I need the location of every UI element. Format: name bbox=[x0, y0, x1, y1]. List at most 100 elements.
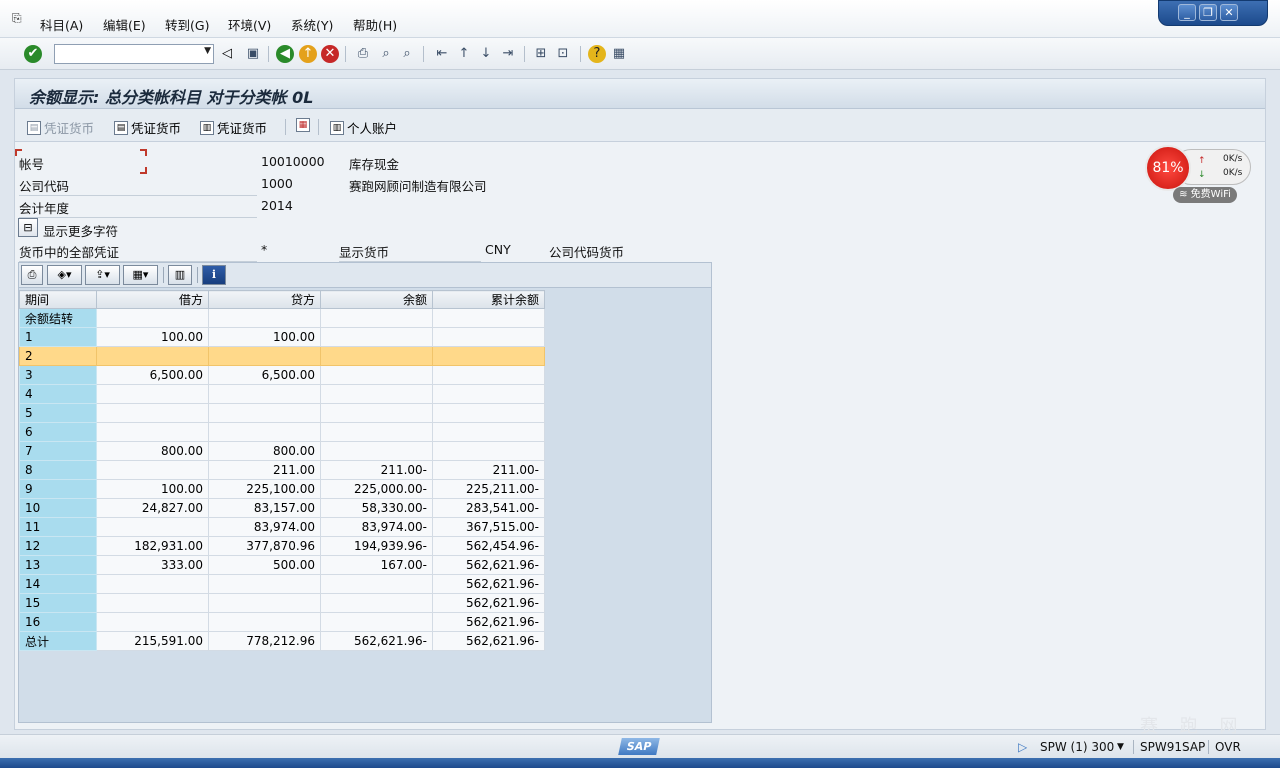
table-row[interactable]: 11 83,974.00 83,974.00- 367,515.00- bbox=[19, 517, 545, 537]
table-cell[interactable] bbox=[208, 384, 321, 404]
table-cell[interactable] bbox=[96, 612, 209, 632]
table-cell[interactable]: 9 bbox=[19, 479, 97, 499]
table-cell[interactable] bbox=[320, 593, 433, 613]
table-cell[interactable] bbox=[208, 403, 321, 423]
back-icon[interactable]: ◀ bbox=[276, 45, 294, 63]
print-preview-icon[interactable]: ⎙ bbox=[21, 265, 43, 285]
table-cell[interactable] bbox=[208, 593, 321, 613]
table-row[interactable]: 3 6,500.00 6,500.00 bbox=[19, 365, 545, 385]
table-cell[interactable] bbox=[432, 327, 545, 347]
table-cell[interactable] bbox=[320, 574, 433, 594]
table-cell[interactable]: 562,621.96- bbox=[432, 631, 545, 651]
table-cell[interactable]: 562,621.96- bbox=[432, 555, 545, 575]
table-row[interactable]: 12 182,931.00 377,870.96 194,939.96- 562,454… bbox=[19, 536, 545, 556]
table-cell[interactable]: 6 bbox=[19, 422, 97, 442]
table-cell[interactable]: 15 bbox=[19, 593, 97, 613]
shortcut-icon[interactable]: ⊡ bbox=[554, 45, 572, 63]
table-cell[interactable]: 562,621.96- bbox=[320, 631, 433, 651]
table-row[interactable]: 10 24,827.00 83,157.00 58,330.00- 283,541.00… bbox=[19, 498, 545, 518]
table-cell[interactable]: 12 bbox=[19, 536, 97, 556]
table-cell[interactable]: 100.00 bbox=[96, 327, 209, 347]
table-cell[interactable]: 3 bbox=[19, 365, 97, 385]
table-row[interactable]: 总计 215,591.00 778,212.96 562,621.96- 562,621… bbox=[19, 631, 545, 651]
table-cell[interactable] bbox=[96, 346, 209, 366]
table-row[interactable]: 14 562,621.96- bbox=[19, 574, 545, 594]
table-cell[interactable] bbox=[208, 346, 321, 366]
table-cell[interactable] bbox=[96, 422, 209, 442]
table-cell[interactable] bbox=[96, 384, 209, 404]
table-cell[interactable]: 24,827.00 bbox=[96, 498, 209, 518]
table-cell[interactable]: 10 bbox=[19, 498, 97, 518]
table-cell[interactable] bbox=[320, 346, 433, 366]
network-speed-widget[interactable]: ↑ ↓ 0K/s 0K/s 81% ≋ 免费WiFi bbox=[1145, 145, 1255, 205]
document-currency-button-disabled[interactable]: ▤ 凭证货币 bbox=[27, 118, 94, 137]
table-row[interactable]: 2 bbox=[19, 346, 545, 366]
table-row[interactable]: 5 bbox=[19, 403, 545, 423]
table-cell[interactable]: 800.00 bbox=[208, 441, 321, 461]
next-page-icon[interactable]: ↓ bbox=[477, 45, 495, 63]
table-cell[interactable] bbox=[432, 384, 545, 404]
table-cell[interactable] bbox=[96, 517, 209, 537]
table-cell[interactable]: 83,157.00 bbox=[208, 498, 321, 518]
table-cell[interactable] bbox=[96, 403, 209, 423]
table-cell[interactable] bbox=[208, 422, 321, 442]
system-info[interactable]: SPW (1) 300 bbox=[1040, 740, 1114, 754]
table-cell[interactable]: 16 bbox=[19, 612, 97, 632]
table-cell[interactable] bbox=[432, 403, 545, 423]
system-info-dropdown-icon[interactable]: ▼ bbox=[1117, 742, 1124, 752]
table-cell[interactable]: 4 bbox=[19, 384, 97, 404]
help-icon[interactable]: ? bbox=[588, 45, 606, 63]
new-session-icon[interactable]: ⊞ bbox=[532, 45, 550, 63]
restore-button[interactable]: ❐ bbox=[1199, 4, 1217, 21]
table-cell[interactable]: 562,454.96- bbox=[432, 536, 545, 556]
table-cell[interactable]: 58,330.00- bbox=[320, 498, 433, 518]
table-cell[interactable]: 377,870.96 bbox=[208, 536, 321, 556]
table-cell[interactable] bbox=[96, 308, 209, 328]
table-row[interactable]: 15 562,621.96- bbox=[19, 593, 545, 613]
column-header-balance[interactable]: 余额 bbox=[320, 290, 433, 309]
table-cell[interactable] bbox=[96, 460, 209, 480]
table-cell[interactable] bbox=[320, 403, 433, 423]
table-cell[interactable] bbox=[208, 308, 321, 328]
table-cell[interactable] bbox=[320, 422, 433, 442]
previous-page-icon[interactable]: ↑ bbox=[455, 45, 473, 63]
command-arrow-icon[interactable]: ◁ bbox=[218, 45, 236, 63]
table-cell[interactable]: 6,500.00 bbox=[208, 365, 321, 385]
column-header-period[interactable]: 期间 bbox=[19, 290, 97, 309]
table-cell[interactable]: 余额结转 bbox=[19, 308, 97, 328]
table-cell[interactable]: 194,939.96- bbox=[320, 536, 433, 556]
find-next-icon[interactable]: ⌕ bbox=[398, 45, 416, 63]
table-cell[interactable] bbox=[320, 308, 433, 328]
table-cell[interactable] bbox=[320, 441, 433, 461]
table-cell[interactable]: 225,100.00 bbox=[208, 479, 321, 499]
table-row[interactable]: 13 333.00 500.00 167.00- 562,621.96- bbox=[19, 555, 545, 575]
table-cell[interactable]: 83,974.00 bbox=[208, 517, 321, 537]
status-expand-icon[interactable]: ▷ bbox=[1018, 740, 1027, 754]
table-cell[interactable]: 562,621.96- bbox=[432, 612, 545, 632]
table-cell[interactable]: 215,591.00 bbox=[96, 631, 209, 651]
table-cell[interactable]: 333.00 bbox=[96, 555, 209, 575]
chevron-down-icon[interactable]: ▼ bbox=[204, 46, 211, 56]
find-icon[interactable]: ⌕ bbox=[377, 45, 395, 63]
table-cell[interactable]: 100.00 bbox=[208, 327, 321, 347]
info-icon[interactable]: i bbox=[202, 265, 226, 285]
table-cell[interactable]: 778,212.96 bbox=[208, 631, 321, 651]
table-cell[interactable]: 367,515.00- bbox=[432, 517, 545, 537]
document-currency-alt-button[interactable]: ▥ 凭证货币 bbox=[200, 118, 267, 137]
table-row[interactable]: 余额结转 bbox=[19, 308, 545, 328]
table-cell[interactable]: 225,000.00- bbox=[320, 479, 433, 499]
export-dropdown-icon[interactable]: ⇪▾ bbox=[85, 265, 120, 285]
table-cell[interactable]: 225,211.00- bbox=[432, 479, 545, 499]
table-cell[interactable]: 167.00- bbox=[320, 555, 433, 575]
table-cell[interactable]: 83,974.00- bbox=[320, 517, 433, 537]
table-row[interactable]: 1 100.00 100.00 bbox=[19, 327, 545, 347]
cancel-icon[interactable]: ✕ bbox=[321, 45, 339, 63]
table-row[interactable]: 7 800.00 800.00 bbox=[19, 441, 545, 461]
table-cell[interactable]: 7 bbox=[19, 441, 97, 461]
table-row[interactable]: 4 bbox=[19, 384, 545, 404]
table-row[interactable]: 16 562,621.96- bbox=[19, 612, 545, 632]
column-header-cumulative-balance[interactable]: 累计余额 bbox=[432, 290, 545, 309]
table-cell[interactable]: 13 bbox=[19, 555, 97, 575]
menu-environment[interactable]: 环境(V) bbox=[228, 15, 271, 34]
system-menu-icon[interactable]: ⎘ bbox=[12, 11, 28, 25]
